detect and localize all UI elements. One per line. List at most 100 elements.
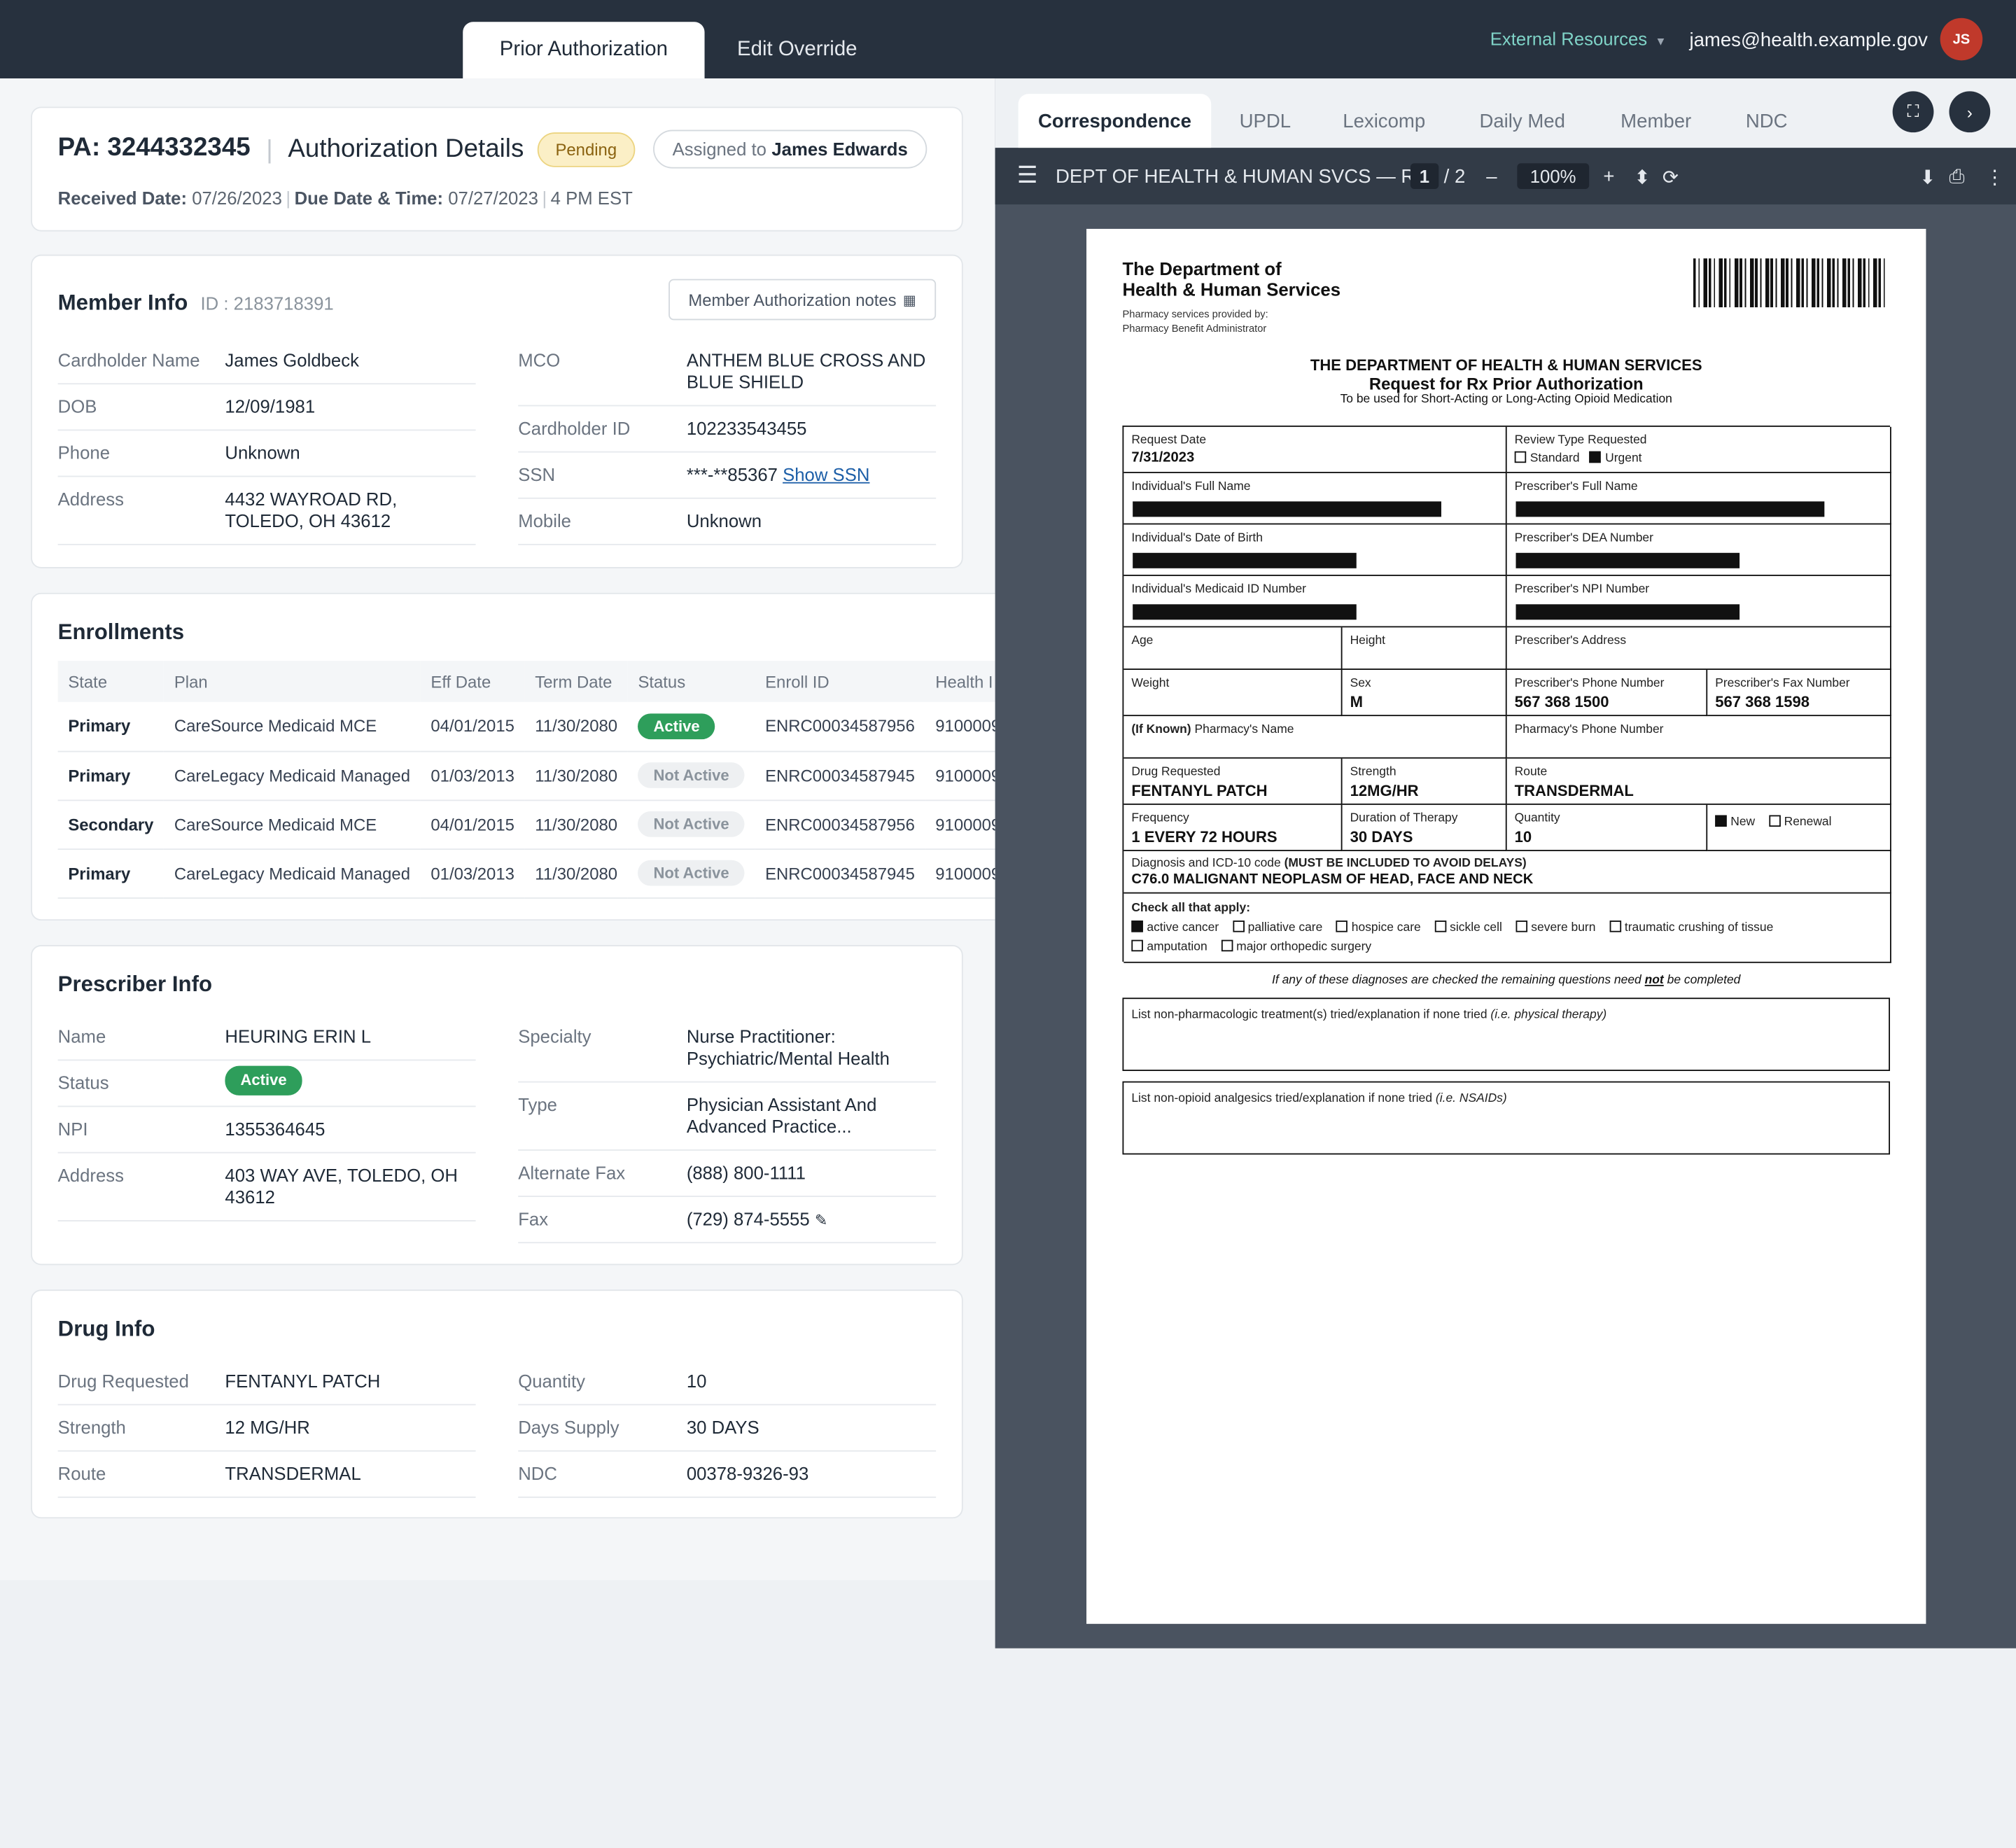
field-label: Address: [57, 488, 124, 510]
health-id-cell: 9100009: [925, 750, 995, 801]
tab-ndc[interactable]: NDC: [1732, 94, 1801, 148]
prescriber-dea-cell: Prescriber's DEA Number: [1506, 524, 1891, 576]
height-cell: Height: [1342, 627, 1507, 670]
column-header: Plan: [164, 661, 421, 702]
tab-lexicomp[interactable]: Lexicomp: [1329, 94, 1438, 148]
field-label: Days Supply: [518, 1417, 620, 1438]
question-2-box[interactable]: List non-opioid analgesics tried/explana…: [1122, 1081, 1891, 1155]
individual-name-cell: Individual's Full Name: [1124, 472, 1507, 525]
edit-pencil-icon[interactable]: ✎: [815, 1211, 827, 1229]
checkbox-new[interactable]: [1715, 815, 1727, 827]
tab-daily-med[interactable]: Daily Med: [1466, 94, 1579, 148]
status-cell: Not Active: [627, 750, 755, 801]
member-notes-button[interactable]: Member Authorization notes ▦: [668, 279, 937, 321]
quantity-value: 10: [686, 1370, 707, 1392]
zoom-level[interactable]: 100%: [1517, 163, 1589, 190]
health-id-cell: 9100009: [925, 848, 995, 898]
checkbox-major-orthopedic-surgery[interactable]: [1221, 939, 1233, 952]
redaction-bar: [1133, 552, 1357, 568]
field-label: Alternate Fax: [518, 1162, 626, 1183]
rotate-icon[interactable]: ⟳: [1662, 166, 1679, 189]
status-badge: Not Active: [638, 860, 745, 886]
checkbox-traumatic-crushing[interactable]: [1609, 920, 1621, 932]
diagnosis-label: Diagnosis and ICD-10 code: [1131, 856, 1281, 871]
pa-dates: Received Date: 07/26/2023 | Due Date & Tim…: [57, 188, 633, 209]
question-1-label: List non-pharmacologic treatment(s) trie…: [1131, 1008, 1606, 1022]
field-label: Prescriber's Address: [1514, 634, 1627, 648]
zoom-in-icon[interactable]: +: [1603, 166, 1614, 188]
enroll-id-cell: ENRC00034587945: [755, 750, 925, 801]
table-row[interactable]: Secondary CareSource Medicaid MCE 04/01/20…: [57, 799, 995, 850]
address-value: 4432 WAYROAD RD, TOLEDO, OH 43612: [225, 488, 398, 531]
checkbox-label: hospice care: [1351, 920, 1421, 935]
term-date-cell: 11/30/2080: [524, 701, 628, 752]
checklist-row-2: amputation major orthopedic surgery: [1131, 939, 1371, 954]
column-header: Eff Date: [420, 661, 525, 702]
checkbox-label: severe burn: [1531, 920, 1596, 935]
prescriber-address-value: 403 WAY AVE, TOLEDO, OH 43612: [225, 1165, 458, 1208]
form-subheading: Request for Rx Prior Authorization: [1368, 374, 1644, 394]
renewal-label: Renewal: [1784, 815, 1832, 830]
field-label: Prescriber's Phone Number: [1514, 676, 1665, 691]
health-id-cell: 9100009: [925, 701, 995, 752]
question-text: List non-opioid analgesics tried/explana…: [1131, 1091, 1433, 1106]
prescriber-npi-cell: Prescriber's NPI Number: [1506, 575, 1891, 628]
page-number-input[interactable]: 1: [1410, 163, 1438, 190]
due-label: Due Date & Time:: [294, 188, 444, 209]
menu-icon[interactable]: ☰: [1017, 162, 1038, 189]
ssn-value: ***-**85367 Show SSN: [687, 464, 936, 486]
field-label: Cardholder ID: [518, 417, 631, 439]
pdf-toolbar: ☰ DEPT OF HEALTH & HUMAN SVCS — R... 1 /…: [995, 148, 2016, 205]
checkbox-renewal[interactable]: [1768, 815, 1781, 827]
pharmacy-phone-cell: Pharmacy's Phone Number: [1506, 716, 1891, 759]
prescriber-info-card: Prescriber Info Name HEURING ERIN L Statu…: [31, 945, 963, 1266]
age-cell: Age: [1124, 627, 1343, 670]
checkbox-standard[interactable]: [1514, 451, 1527, 463]
field-label: Quantity: [518, 1370, 585, 1392]
table-row[interactable]: Primary CareLegacy Medicaid Managed 01/03/…: [57, 848, 995, 898]
chevron-right-icon[interactable]: ›: [1949, 91, 1991, 133]
form-sub-line1: Pharmacy services provided by:: [1122, 308, 1268, 321]
question-hint: (i.e. physical therapy): [1490, 1008, 1607, 1023]
fullscreen-icon[interactable]: ⛶: [1892, 91, 1934, 133]
print-icon[interactable]: ⎙: [1949, 166, 1964, 188]
field-label: Strength: [57, 1417, 126, 1438]
field-label: Duration of Therapy: [1350, 811, 1458, 826]
request-date-value: 7/31/2023: [1131, 449, 1195, 465]
download-icon[interactable]: ⬇: [1919, 166, 1935, 189]
assigned-prefix: Assigned to: [672, 139, 767, 160]
checkbox-palliative-care[interactable]: [1232, 920, 1245, 932]
external-resources-menu[interactable]: External Resources ▼: [1490, 28, 1667, 48]
show-ssn-link[interactable]: Show SSN: [783, 464, 869, 484]
tab-updl[interactable]: UPDL: [1226, 94, 1303, 148]
status-cell: Not Active: [627, 799, 755, 850]
tab-edit-override[interactable]: Edit Override: [705, 22, 890, 78]
checkbox-hospice-care[interactable]: [1336, 920, 1348, 932]
checkbox-active-cancer[interactable]: [1131, 920, 1143, 932]
individual-dob-cell: Individual's Date of Birth: [1124, 524, 1507, 576]
checkbox-amputation[interactable]: [1131, 939, 1143, 952]
check-all-cell: Check all that apply: active cancer pall…: [1124, 893, 1891, 963]
tab-member[interactable]: Member: [1606, 94, 1706, 148]
form-grid: Request Date 7/31/2023 Review Type Reques…: [1122, 425, 1891, 963]
checkbox-sickle-cell[interactable]: [1434, 920, 1446, 932]
sex-value: M: [1350, 693, 1363, 711]
assigned-to-chip[interactable]: Assigned to James Edwards: [653, 130, 927, 169]
fit-page-icon[interactable]: ⬍: [1634, 166, 1650, 189]
checkbox-urgent[interactable]: [1590, 451, 1602, 463]
field-label: Height: [1350, 634, 1386, 648]
due-date: 07/27/2023: [448, 188, 538, 209]
table-row[interactable]: Primary CareLegacy Medicaid Managed 01/03/…: [57, 750, 995, 801]
tab-correspondence[interactable]: Correspondence: [1018, 94, 1212, 148]
field-label: Prescriber's Fax Number: [1715, 676, 1850, 691]
more-options-icon[interactable]: ⋮: [1985, 166, 2005, 189]
tab-prior-authorization[interactable]: Prior Authorization: [463, 22, 705, 79]
table-row[interactable]: Primary CareSource Medicaid MCE 04/01/2015…: [57, 701, 995, 752]
npi-value: 1355364645: [225, 1118, 326, 1140]
avatar[interactable]: JS: [1940, 18, 1983, 61]
field-label: (If Known) Pharmacy's Name: [1131, 722, 1294, 736]
zoom-out-icon[interactable]: –: [1486, 166, 1497, 188]
days-supply-value: 30 DAYS: [686, 1417, 760, 1438]
question-1-box[interactable]: List non-pharmacologic treatment(s) trie…: [1122, 997, 1891, 1072]
checkbox-severe-burn[interactable]: [1516, 920, 1527, 932]
